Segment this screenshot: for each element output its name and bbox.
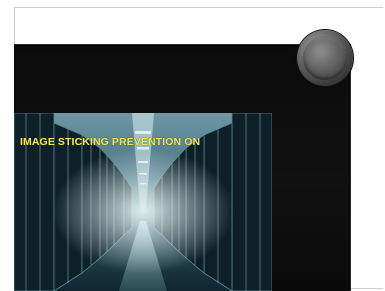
round-button-cap (303, 36, 347, 80)
osd-message: IMAGE STICKING PREVENTION ON (20, 136, 201, 148)
round-button-icon[interactable] (297, 30, 353, 86)
monitor-illustration: IMAGE STICKING PREVENTION ON (0, 0, 385, 291)
